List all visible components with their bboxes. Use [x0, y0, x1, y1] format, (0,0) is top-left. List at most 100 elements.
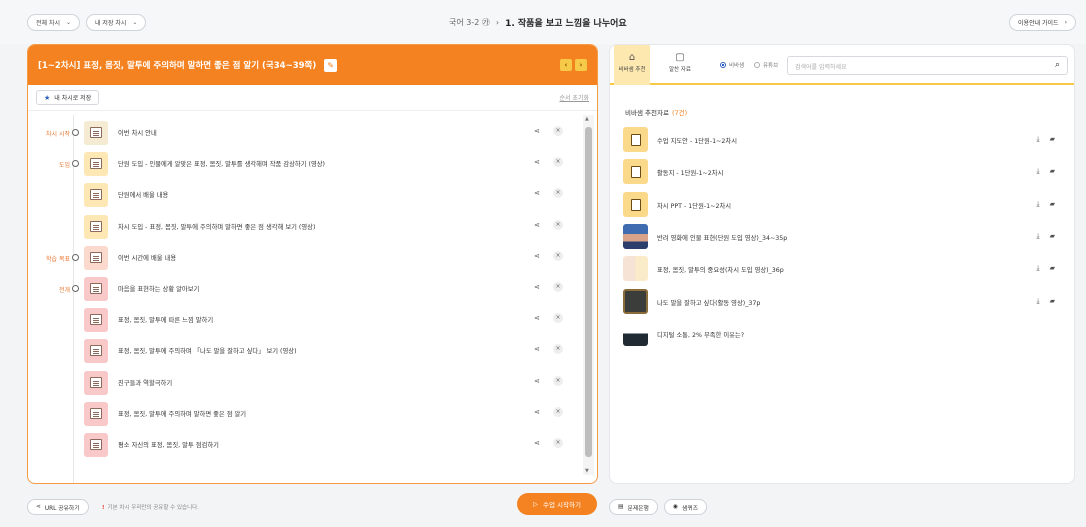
slide-icon: [90, 376, 102, 388]
radio-vivasam[interactable]: 비바샘: [720, 61, 744, 69]
quiz-label: 샘퀴즈: [682, 505, 699, 512]
alert-icon: !: [102, 505, 105, 511]
resource-title[interactable]: 반려 영화에 인물 표현(단원 도입 영상)_34~35p: [657, 233, 787, 242]
chevron-right-icon: ›: [1064, 19, 1067, 26]
resource-title[interactable]: 나도 말을 잘하고 싶다(활동 영상)_37p: [657, 298, 760, 307]
scroll-up-icon[interactable]: ▲: [585, 116, 589, 122]
delete-icon[interactable]: ×: [553, 126, 563, 136]
scroll-thumb[interactable]: [585, 127, 592, 457]
download-icon[interactable]: ⤓: [1037, 297, 1040, 306]
folder-icon[interactable]: ▰: [1050, 297, 1055, 306]
download-icon[interactable]: ⤓: [1037, 264, 1040, 273]
stage-label: 학습 목표: [46, 255, 70, 263]
saved-period-select[interactable]: 내 저장 차시 ⌄: [86, 14, 147, 31]
search-icon[interactable]: ⌕: [1055, 60, 1060, 70]
lesson-step-row[interactable]: 표정, 몸짓, 말투에 주의하며 말하면 좋은 점 알기 ⋖ ×: [28, 398, 583, 429]
step-thumbnail: [84, 339, 108, 364]
stage-label: 차시 시작: [46, 131, 70, 138]
tab-recommend[interactable]: ⌂ 비바샘 추천: [614, 45, 650, 85]
resource-title[interactable]: 표정, 몸짓, 말투의 중요성(차시 도입 영상)_36p: [657, 265, 784, 274]
lesson-step-list: 차시 시작 이번 차시 안내 ⋖ × 도입 단원 도입 - 인물에게 알맞은 표정, 몸짓…: [28, 115, 583, 483]
delete-icon[interactable]: ×: [553, 282, 563, 292]
question-bank-button[interactable]: ▤ 문제은행: [609, 499, 658, 515]
share-icon: ⋖: [36, 504, 41, 510]
download-icon[interactable]: ⤓: [1037, 167, 1040, 176]
resource-item[interactable]: 활동지 - 1단원-1~2차시 ⤓ ▰: [623, 159, 1063, 185]
lesson-scrollbar[interactable]: ▲ ▼: [583, 115, 594, 475]
guide-button[interactable]: 이용안내 가이드 ›: [1009, 14, 1076, 31]
resource-thumbnail: [623, 288, 648, 314]
resource-item[interactable]: 반려 영화에 인물 표현(단원 도입 영상)_34~35p ⤓ ▰: [623, 223, 1063, 250]
lesson-step-row[interactable]: 표정, 몸짓, 말투에 따른 느낌 말하기 ⋖ ×: [28, 304, 583, 335]
radio-youtube[interactable]: 유튜브: [754, 61, 778, 69]
download-icon[interactable]: ⤓: [1037, 232, 1040, 241]
folder-icon[interactable]: ▰: [1050, 200, 1055, 209]
scroll-down-icon[interactable]: ▼: [585, 468, 589, 474]
lesson-step-row[interactable]: 친구들과 역할극하기 ⋖ ×: [28, 367, 583, 398]
delete-icon[interactable]: ×: [553, 157, 563, 168]
resource-title[interactable]: 수업 지도안 - 1단원-1~2차시: [657, 136, 737, 145]
lesson-step-row[interactable]: 학습 목표 이번 시간에 배울 내용 ⋖ ×: [28, 242, 583, 273]
delete-icon[interactable]: ×: [553, 313, 563, 324]
delete-icon[interactable]: ×: [553, 406, 563, 417]
breadcrumb-subject[interactable]: 국어 3-2 ㉮: [449, 17, 490, 28]
delete-icon[interactable]: ×: [553, 219, 563, 230]
url-share-button[interactable]: ⋖ URL 공유하기: [27, 499, 89, 515]
share-icon[interactable]: ⋖: [534, 408, 540, 416]
lesson-step-row[interactable]: 전개 마음을 표현하는 상황 알아보기 ⋖ ×: [28, 273, 583, 304]
resource-item[interactable]: 수업 지도안 - 1단원-1~2차시 ⤓ ▰: [623, 127, 1063, 153]
delete-icon[interactable]: ×: [553, 250, 563, 261]
radio-vivasam-label: 비바샘: [729, 63, 745, 69]
step-thumbnail: [84, 401, 108, 426]
share-icon[interactable]: ⋖: [534, 221, 540, 229]
slide-icon: [90, 189, 102, 201]
delete-icon[interactable]: ×: [553, 438, 563, 448]
stage-dot-icon: [72, 129, 79, 136]
quiz-button[interactable]: ◉ 샘퀴즈: [664, 499, 708, 515]
folder-icon[interactable]: ▰: [1050, 232, 1055, 241]
prev-lesson-button[interactable]: ‹: [560, 59, 572, 71]
share-icon[interactable]: ⋖: [534, 345, 540, 353]
download-icon[interactable]: ⤓: [1037, 200, 1040, 209]
share-icon[interactable]: ⋖: [534, 158, 540, 166]
share-icon[interactable]: ⋖: [534, 377, 540, 385]
lesson-step-row[interactable]: 단원에서 배울 내용 ⋖ ×: [28, 179, 583, 210]
resource-item[interactable]: 표정, 몸짓, 말투의 중요성(차시 도입 영상)_36p ⤓ ▰: [623, 256, 1063, 282]
lesson-step-row[interactable]: 표정, 몸짓, 말투에 주의하며 「나도 말을 잘하고 싶다」 보기 (영상) ⋖…: [28, 335, 583, 366]
resource-item[interactable]: 디지털 소통, 2% 부족한 이유는?: [623, 320, 1063, 347]
resource-title[interactable]: 디지털 소통, 2% 부족한 이유는?: [657, 330, 744, 339]
lesson-step-row[interactable]: 차시 시작 이번 차시 안내 ⋖ ×: [28, 117, 583, 148]
lesson-step-row[interactable]: 도입 단원 도입 - 인물에게 알맞은 표정, 몸짓, 말투를 생각해며 작품 감…: [28, 148, 583, 179]
resource-title[interactable]: 활동지 - 1단원-1~2차시: [657, 168, 723, 177]
share-icon[interactable]: ⋖: [534, 314, 540, 322]
folder-icon[interactable]: ▰: [1050, 167, 1055, 176]
reset-order-link[interactable]: 순서 초기화: [559, 93, 589, 102]
lesson-step-row[interactable]: 차시 도입 - 표정, 몸짓, 말투에 주의하며 말하면 좋은 점 생각해 보기…: [28, 211, 583, 242]
period-select[interactable]: 전체 차시 ⌄: [27, 14, 81, 31]
share-icon[interactable]: ⋖: [534, 283, 540, 291]
step-title: 표정, 몸짓, 말투에 주의하며 말하면 좋은 점 알기: [118, 410, 247, 418]
folder-icon[interactable]: ▰: [1050, 264, 1055, 273]
start-class-button[interactable]: ▷ 수업 시작하기: [517, 493, 597, 515]
resource-item[interactable]: 차시 PPT - 1단원-1~2차시 ⤓ ▰: [623, 191, 1063, 218]
resource-thumbnail: [623, 191, 648, 217]
share-icon[interactable]: ⋖: [534, 127, 540, 135]
share-icon[interactable]: ⋖: [534, 189, 540, 197]
share-icon[interactable]: ⋖: [534, 252, 540, 260]
share-icon[interactable]: ⋖: [534, 439, 540, 447]
stage-label: 도입: [58, 162, 70, 170]
delete-icon[interactable]: ×: [553, 188, 563, 199]
slide-icon: [90, 251, 102, 263]
resource-item[interactable]: 나도 말을 잘하고 싶다(활동 영상)_37p ⤓ ▰: [623, 288, 1063, 315]
edit-icon[interactable]: ✎: [324, 58, 338, 72]
delete-icon[interactable]: ×: [553, 344, 563, 355]
delete-icon[interactable]: ×: [553, 375, 563, 386]
resource-title[interactable]: 차시 PPT - 1단원-1~2차시: [657, 201, 731, 210]
tab-my-resources[interactable]: ▢ 알찬 자료: [662, 45, 698, 85]
search-input[interactable]: 검색어를 입력하세요 ⌕: [787, 56, 1068, 75]
save-to-my-lessons-button[interactable]: ★ 내 차시로 저장: [36, 90, 100, 105]
folder-icon[interactable]: ▰: [1050, 135, 1055, 144]
lesson-step-row[interactable]: 평소 자신의 표정, 몸짓, 말투 점검하기 ⋖ ×: [28, 429, 583, 460]
next-lesson-button[interactable]: ›: [575, 59, 587, 71]
download-icon[interactable]: ⤓: [1037, 135, 1040, 144]
